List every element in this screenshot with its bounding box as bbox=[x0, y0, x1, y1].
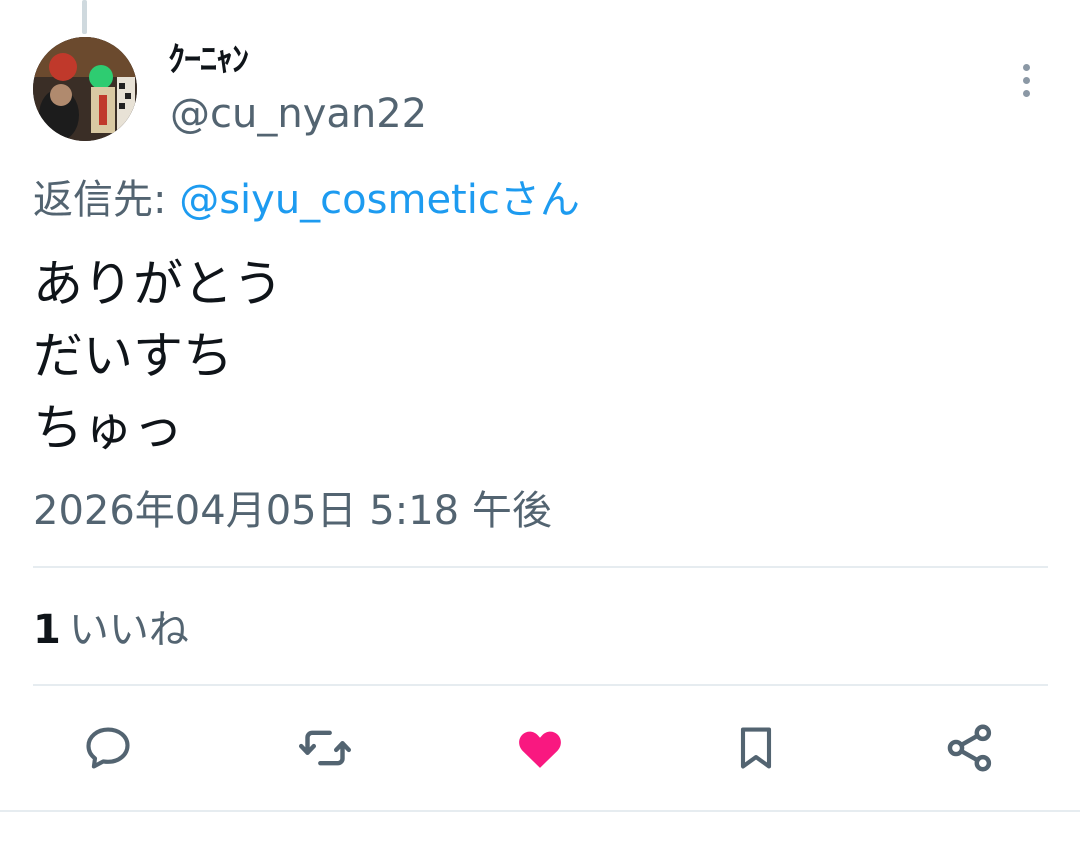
tweet-text-line: だいすち bbox=[33, 327, 233, 385]
avatar[interactable] bbox=[33, 37, 137, 141]
divider bbox=[33, 684, 1048, 686]
author-display-name[interactable]: ｸｰﾆｬﾝ bbox=[168, 36, 249, 84]
divider bbox=[33, 566, 1048, 568]
heart-icon bbox=[519, 731, 561, 768]
tweet-timestamp[interactable]: 2026年04月05日 5:18 午後 bbox=[33, 483, 552, 539]
more-vertical-icon bbox=[1023, 64, 1030, 71]
more-vertical-icon-dot bbox=[1023, 77, 1030, 84]
tweet-text-line: ちゅっ bbox=[33, 399, 183, 457]
more-vertical-icon-dot bbox=[1023, 90, 1030, 97]
reply-icon bbox=[86, 727, 130, 769]
likes-count-link[interactable]: 1 いいね bbox=[33, 604, 189, 656]
share-icon bbox=[947, 724, 992, 772]
like-button[interactable] bbox=[510, 718, 570, 778]
likes-count: 1 bbox=[33, 607, 61, 653]
retweet-icon bbox=[298, 730, 352, 766]
thread-connector-line bbox=[82, 0, 87, 34]
bookmark-button[interactable] bbox=[726, 718, 786, 778]
avatar-image bbox=[33, 37, 137, 141]
share-button[interactable] bbox=[940, 718, 1000, 778]
divider bbox=[0, 810, 1080, 812]
reply-to-prefix: 返信先: bbox=[33, 177, 180, 223]
retweet-button[interactable] bbox=[295, 718, 355, 778]
reply-button[interactable] bbox=[78, 718, 138, 778]
likes-label: いいね bbox=[68, 607, 189, 653]
reply-to-mention-link[interactable]: @siyu_cosmeticさん bbox=[179, 177, 580, 223]
bookmark-icon bbox=[740, 727, 772, 769]
reply-to-line: 返信先: @siyu_cosmeticさん bbox=[33, 172, 580, 228]
author-handle[interactable]: @cu_nyan22 bbox=[170, 88, 427, 140]
more-options-button[interactable] bbox=[1010, 58, 1044, 102]
tweet-text-line: ありがとう bbox=[33, 255, 283, 313]
tweet-text: ありがとう だいすち ちゅっ bbox=[33, 248, 283, 464]
